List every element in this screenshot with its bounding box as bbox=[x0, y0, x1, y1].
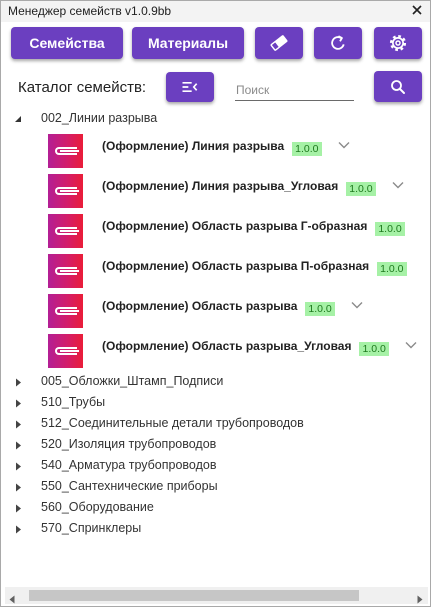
tree-node-label: 520_Изоляция трубопроводов bbox=[41, 437, 217, 451]
break-line-symbol-icon bbox=[55, 187, 79, 195]
tree-node[interactable]: 510_Трубы bbox=[1, 391, 430, 412]
tree-node[interactable]: 005_Обложки_Штамп_Подписи bbox=[1, 370, 430, 391]
scrollbar-thumb[interactable] bbox=[29, 590, 359, 601]
collapsed-triangle-icon[interactable] bbox=[15, 502, 24, 513]
collapsed-triangle-icon[interactable] bbox=[15, 481, 24, 492]
collapse-all-button[interactable] bbox=[166, 72, 214, 102]
families-button[interactable]: Семейства bbox=[11, 27, 123, 59]
version-badge: 1.0.0 bbox=[375, 221, 405, 236]
family-name: (Оформление) Область разрыва_Угловая bbox=[102, 339, 352, 353]
version-badge: 1.0.0 bbox=[305, 301, 335, 316]
version-badge: 1.0.0 bbox=[346, 181, 376, 196]
family-item[interactable]: (Оформление) Область разрыва 1.0.0 bbox=[1, 288, 430, 328]
family-name: (Оформление) Область разрыва Г-образная bbox=[102, 219, 368, 233]
family-item[interactable]: (Оформление) Область разрыва_Угловая 1.0… bbox=[1, 328, 430, 368]
tree-node-label: 560_Оборудование bbox=[41, 500, 154, 514]
tree-node-label: 540_Арматура трубопроводов bbox=[41, 458, 217, 472]
settings-button[interactable] bbox=[374, 27, 422, 59]
title-bar: Менеджер семейств v1.0.9bb bbox=[1, 1, 430, 22]
tree-node[interactable]: 002_Линии разрыва bbox=[1, 108, 430, 128]
collapsed-triangle-icon[interactable] bbox=[15, 397, 24, 408]
family-item-text: (Оформление) Область разрыва_Угловая 1.0… bbox=[102, 335, 417, 357]
search-field bbox=[235, 81, 354, 101]
family-thumbnail bbox=[48, 334, 83, 368]
tree-node-label: 005_Обложки_Штамп_Подписи bbox=[41, 374, 224, 388]
search-icon bbox=[389, 78, 407, 96]
tree-node-label: 550_Сантехнические приборы bbox=[41, 479, 218, 493]
search-button[interactable] bbox=[374, 71, 422, 102]
tree-node[interactable]: 540_Арматура трубопроводов bbox=[1, 454, 430, 475]
collapsed-triangle-icon[interactable] bbox=[15, 376, 24, 387]
family-item-text: (Оформление) Область разрыва Г-образная … bbox=[102, 215, 405, 237]
break-line-symbol-icon bbox=[55, 227, 79, 235]
family-thumbnail bbox=[48, 214, 83, 248]
family-item-text: (Оформление) Область разрыва 1.0.0 bbox=[102, 295, 363, 317]
tree-node[interactable]: 560_Оборудование bbox=[1, 496, 430, 517]
eraser-icon bbox=[268, 32, 290, 54]
search-input[interactable] bbox=[235, 81, 354, 99]
family-catalog-tree: 002_Линии разрыва (Оформление) Линия раз… bbox=[1, 108, 430, 538]
collapsed-triangle-icon[interactable] bbox=[15, 460, 24, 471]
refresh-button[interactable] bbox=[314, 27, 362, 59]
tree-node[interactable]: 550_Сантехнические приборы bbox=[1, 475, 430, 496]
scroll-right-arrow-icon[interactable] bbox=[417, 591, 423, 604]
family-name: (Оформление) Область разрыва П-образная bbox=[102, 259, 370, 273]
break-line-symbol-icon bbox=[55, 267, 79, 275]
expanded-triangle-icon[interactable] bbox=[14, 113, 23, 122]
chevron-down-icon[interactable] bbox=[351, 301, 363, 309]
family-item[interactable]: (Оформление) Линия разрыва_Угловая 1.0.0 bbox=[1, 168, 430, 208]
family-name: (Оформление) Линия разрыва_Угловая bbox=[102, 179, 339, 193]
family-item[interactable]: (Оформление) Линия разрыва 1.0.0 bbox=[1, 128, 430, 168]
scroll-left-arrow-icon[interactable] bbox=[9, 591, 15, 604]
horizontal-scrollbar[interactable] bbox=[5, 587, 428, 604]
collapsed-triangle-icon[interactable] bbox=[15, 523, 24, 534]
version-badge: 1.0.0 bbox=[359, 341, 389, 356]
refresh-icon bbox=[327, 32, 349, 54]
break-line-symbol-icon bbox=[55, 347, 79, 355]
version-badge: 1.0.0 bbox=[377, 261, 407, 276]
family-item[interactable]: (Оформление) Область разрыва Г-образная … bbox=[1, 208, 430, 248]
break-line-symbol-icon bbox=[55, 147, 79, 155]
tree-node[interactable]: 520_Изоляция трубопроводов bbox=[1, 433, 430, 454]
family-item[interactable]: (Оформление) Область разрыва П-образная … bbox=[1, 248, 430, 288]
tree-node[interactable]: 512_Соединительные детали трубопроводов bbox=[1, 412, 430, 433]
tree-node-label: 002_Линии разрыва bbox=[41, 111, 158, 125]
break-line-symbol-icon bbox=[55, 307, 79, 315]
chevron-down-icon[interactable] bbox=[338, 141, 350, 149]
tree-node-label: 510_Трубы bbox=[41, 395, 106, 409]
eraser-button[interactable] bbox=[255, 27, 303, 59]
window-title: Менеджер семейств v1.0.9bb bbox=[8, 4, 172, 18]
family-thumbnail bbox=[48, 254, 83, 288]
tree-node-label: 570_Спринклеры bbox=[41, 521, 142, 535]
family-name: (Оформление) Область разрыва bbox=[102, 299, 298, 313]
collapsed-triangle-icon[interactable] bbox=[15, 418, 24, 429]
family-thumbnail bbox=[48, 294, 83, 328]
family-name: (Оформление) Линия разрыва bbox=[102, 139, 285, 153]
collapsed-triangle-icon[interactable] bbox=[15, 439, 24, 450]
family-manager-window: Менеджер семейств v1.0.9bb Семейства Мат… bbox=[0, 0, 431, 607]
family-thumbnail bbox=[48, 174, 83, 208]
family-item-text: (Оформление) Линия разрыва_Угловая 1.0.0 bbox=[102, 175, 404, 197]
collapsed-nodes: 005_Обложки_Штамп_Подписи 510_Трубы 512_… bbox=[1, 370, 430, 538]
catalog-label: Каталог семейств: bbox=[18, 79, 147, 96]
family-item-text: (Оформление) Линия разрыва 1.0.0 bbox=[102, 135, 350, 157]
materials-button[interactable]: Материалы bbox=[132, 27, 244, 59]
collapse-list-icon bbox=[180, 77, 200, 97]
version-badge: 1.0.0 bbox=[292, 141, 322, 156]
gear-icon bbox=[387, 32, 409, 54]
chevron-down-icon[interactable] bbox=[392, 181, 404, 189]
family-thumbnail bbox=[48, 134, 83, 168]
chevron-down-icon[interactable] bbox=[405, 341, 417, 349]
tree-node-label: 512_Соединительные детали трубопроводов bbox=[41, 416, 304, 430]
family-item-text: (Оформление) Область разрыва П-образная … bbox=[102, 255, 407, 277]
tree-node[interactable]: 570_Спринклеры bbox=[1, 517, 430, 538]
close-icon[interactable] bbox=[410, 3, 424, 17]
